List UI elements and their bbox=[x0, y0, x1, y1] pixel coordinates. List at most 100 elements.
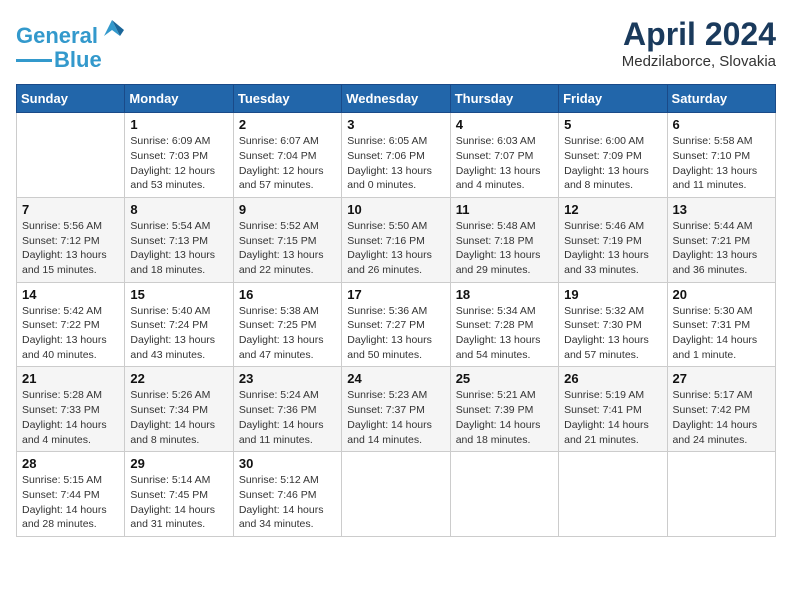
day-number: 20 bbox=[673, 287, 770, 302]
day-info: Sunrise: 5:48 AMSunset: 7:18 PMDaylight:… bbox=[456, 219, 553, 278]
table-row: 19 Sunrise: 5:32 AMSunset: 7:30 PMDayligh… bbox=[559, 282, 667, 367]
logo-bird-icon bbox=[100, 16, 124, 44]
day-info: Sunrise: 5:15 AMSunset: 7:44 PMDaylight:… bbox=[22, 473, 119, 532]
header-saturday: Saturday bbox=[667, 85, 775, 113]
day-info: Sunrise: 5:26 AMSunset: 7:34 PMDaylight:… bbox=[130, 388, 227, 447]
day-number: 10 bbox=[347, 202, 444, 217]
table-row: 10 Sunrise: 5:50 AMSunset: 7:16 PMDayligh… bbox=[342, 197, 450, 282]
day-number: 13 bbox=[673, 202, 770, 217]
table-row bbox=[450, 452, 558, 537]
day-number: 25 bbox=[456, 371, 553, 386]
page-header: General Blue April 2024 Medzilaborce, Sl… bbox=[16, 16, 776, 72]
day-number: 5 bbox=[564, 117, 661, 132]
day-number: 22 bbox=[130, 371, 227, 386]
title-area: April 2024 Medzilaborce, Slovakia bbox=[622, 16, 776, 70]
day-info: Sunrise: 5:40 AMSunset: 7:24 PMDaylight:… bbox=[130, 304, 227, 363]
day-number: 23 bbox=[239, 371, 336, 386]
logo-blue-text: Blue bbox=[54, 48, 102, 72]
table-row: 1Sunrise: 6:09 AMSunset: 7:03 PMDaylight… bbox=[125, 113, 233, 198]
day-info: Sunrise: 5:52 AMSunset: 7:15 PMDaylight:… bbox=[239, 219, 336, 278]
day-number: 28 bbox=[22, 456, 119, 471]
table-row: 5 Sunrise: 6:00 AMSunset: 7:09 PMDaylight… bbox=[559, 113, 667, 198]
day-number: 19 bbox=[564, 287, 661, 302]
table-row: 18 Sunrise: 5:34 AMSunset: 7:28 PMDayligh… bbox=[450, 282, 558, 367]
table-row: 3 Sunrise: 6:05 AMSunset: 7:06 PMDaylight… bbox=[342, 113, 450, 198]
day-number: 18 bbox=[456, 287, 553, 302]
table-row bbox=[342, 452, 450, 537]
logo-text: General bbox=[16, 24, 98, 48]
day-number: 4 bbox=[456, 117, 553, 132]
day-info: Sunrise: 5:14 AMSunset: 7:45 PMDaylight:… bbox=[130, 473, 227, 532]
day-number: 6 bbox=[673, 117, 770, 132]
header-thursday: Thursday bbox=[450, 85, 558, 113]
table-row: 23Sunrise: 5:24 AMSunset: 7:36 PMDayligh… bbox=[233, 367, 341, 452]
day-number: 9 bbox=[239, 202, 336, 217]
table-row: 15 Sunrise: 5:40 AMSunset: 7:24 PMDayligh… bbox=[125, 282, 233, 367]
calendar-week-row: 7Sunrise: 5:56 AMSunset: 7:12 PMDaylight… bbox=[17, 197, 776, 282]
table-row: 21 Sunrise: 5:28 AMSunset: 7:33 PMDayligh… bbox=[17, 367, 125, 452]
day-info: Sunrise: 5:17 AMSunset: 7:42 PMDaylight:… bbox=[673, 388, 770, 447]
day-info: Sunrise: 5:42 AMSunset: 7:22 PMDaylight:… bbox=[22, 304, 119, 363]
day-info: Sunrise: 5:36 AMSunset: 7:27 PMDaylight:… bbox=[347, 304, 444, 363]
day-info: Sunrise: 5:54 AMSunset: 7:13 PMDaylight:… bbox=[130, 219, 227, 278]
table-row: 12Sunrise: 5:46 AMSunset: 7:19 PMDayligh… bbox=[559, 197, 667, 282]
location: Medzilaborce, Slovakia bbox=[622, 53, 776, 70]
calendar-week-row: 21 Sunrise: 5:28 AMSunset: 7:33 PMDayligh… bbox=[17, 367, 776, 452]
table-row bbox=[17, 113, 125, 198]
table-row bbox=[667, 452, 775, 537]
table-row: 16 Sunrise: 5:38 AMSunset: 7:25 PMDayligh… bbox=[233, 282, 341, 367]
table-row: 26Sunrise: 5:19 AMSunset: 7:41 PMDayligh… bbox=[559, 367, 667, 452]
day-number: 8 bbox=[130, 202, 227, 217]
day-info: Sunrise: 5:21 AMSunset: 7:39 PMDaylight:… bbox=[456, 388, 553, 447]
day-info: Sunrise: 5:44 AMSunset: 7:21 PMDaylight:… bbox=[673, 219, 770, 278]
day-info: Sunrise: 5:23 AMSunset: 7:37 PMDaylight:… bbox=[347, 388, 444, 447]
calendar-week-row: 14 Sunrise: 5:42 AMSunset: 7:22 PMDayligh… bbox=[17, 282, 776, 367]
header-monday: Monday bbox=[125, 85, 233, 113]
day-number: 3 bbox=[347, 117, 444, 132]
table-row: 8 Sunrise: 5:54 AMSunset: 7:13 PMDaylight… bbox=[125, 197, 233, 282]
day-number: 30 bbox=[239, 456, 336, 471]
day-number: 24 bbox=[347, 371, 444, 386]
table-row: 20 Sunrise: 5:30 AMSunset: 7:31 PMDayligh… bbox=[667, 282, 775, 367]
day-number: 14 bbox=[22, 287, 119, 302]
day-info: Sunrise: 5:28 AMSunset: 7:33 PMDaylight:… bbox=[22, 388, 119, 447]
table-row: 24 Sunrise: 5:23 AMSunset: 7:37 PMDayligh… bbox=[342, 367, 450, 452]
calendar-week-row: 28 Sunrise: 5:15 AMSunset: 7:44 PMDayligh… bbox=[17, 452, 776, 537]
day-number: 16 bbox=[239, 287, 336, 302]
day-info: Sunrise: 6:00 AMSunset: 7:09 PMDaylight:… bbox=[564, 134, 661, 193]
day-info: Sunrise: 6:03 AMSunset: 7:07 PMDaylight:… bbox=[456, 134, 553, 193]
day-info: Sunrise: 6:09 AMSunset: 7:03 PMDaylight:… bbox=[130, 134, 227, 193]
table-row bbox=[559, 452, 667, 537]
day-number: 12 bbox=[564, 202, 661, 217]
day-info: Sunrise: 5:12 AMSunset: 7:46 PMDaylight:… bbox=[239, 473, 336, 532]
day-number: 11 bbox=[456, 202, 553, 217]
table-row: 27Sunrise: 5:17 AMSunset: 7:42 PMDayligh… bbox=[667, 367, 775, 452]
day-number: 15 bbox=[130, 287, 227, 302]
day-number: 7 bbox=[22, 202, 119, 217]
day-info: Sunrise: 5:32 AMSunset: 7:30 PMDaylight:… bbox=[564, 304, 661, 363]
day-info: Sunrise: 5:58 AMSunset: 7:10 PMDaylight:… bbox=[673, 134, 770, 193]
logo: General Blue bbox=[16, 16, 124, 72]
table-row: 9 Sunrise: 5:52 AMSunset: 7:15 PMDaylight… bbox=[233, 197, 341, 282]
day-info: Sunrise: 5:30 AMSunset: 7:31 PMDaylight:… bbox=[673, 304, 770, 363]
calendar-week-row: 1Sunrise: 6:09 AMSunset: 7:03 PMDaylight… bbox=[17, 113, 776, 198]
table-row: 13 Sunrise: 5:44 AMSunset: 7:21 PMDayligh… bbox=[667, 197, 775, 282]
day-number: 17 bbox=[347, 287, 444, 302]
day-number: 21 bbox=[22, 371, 119, 386]
day-info: Sunrise: 6:07 AMSunset: 7:04 PMDaylight:… bbox=[239, 134, 336, 193]
day-info: Sunrise: 5:38 AMSunset: 7:25 PMDaylight:… bbox=[239, 304, 336, 363]
table-row: 17 Sunrise: 5:36 AMSunset: 7:27 PMDayligh… bbox=[342, 282, 450, 367]
table-row: 11 Sunrise: 5:48 AMSunset: 7:18 PMDayligh… bbox=[450, 197, 558, 282]
table-row: 14 Sunrise: 5:42 AMSunset: 7:22 PMDayligh… bbox=[17, 282, 125, 367]
header-tuesday: Tuesday bbox=[233, 85, 341, 113]
table-row: 29Sunrise: 5:14 AMSunset: 7:45 PMDayligh… bbox=[125, 452, 233, 537]
logo-general: General bbox=[16, 23, 98, 48]
day-info: Sunrise: 5:34 AMSunset: 7:28 PMDaylight:… bbox=[456, 304, 553, 363]
table-row: 30 Sunrise: 5:12 AMSunset: 7:46 PMDayligh… bbox=[233, 452, 341, 537]
day-info: Sunrise: 5:50 AMSunset: 7:16 PMDaylight:… bbox=[347, 219, 444, 278]
day-info: Sunrise: 5:19 AMSunset: 7:41 PMDaylight:… bbox=[564, 388, 661, 447]
day-info: Sunrise: 6:05 AMSunset: 7:06 PMDaylight:… bbox=[347, 134, 444, 193]
table-row: 4 Sunrise: 6:03 AMSunset: 7:07 PMDaylight… bbox=[450, 113, 558, 198]
table-row: 6 Sunrise: 5:58 AMSunset: 7:10 PMDaylight… bbox=[667, 113, 775, 198]
day-number: 2 bbox=[239, 117, 336, 132]
